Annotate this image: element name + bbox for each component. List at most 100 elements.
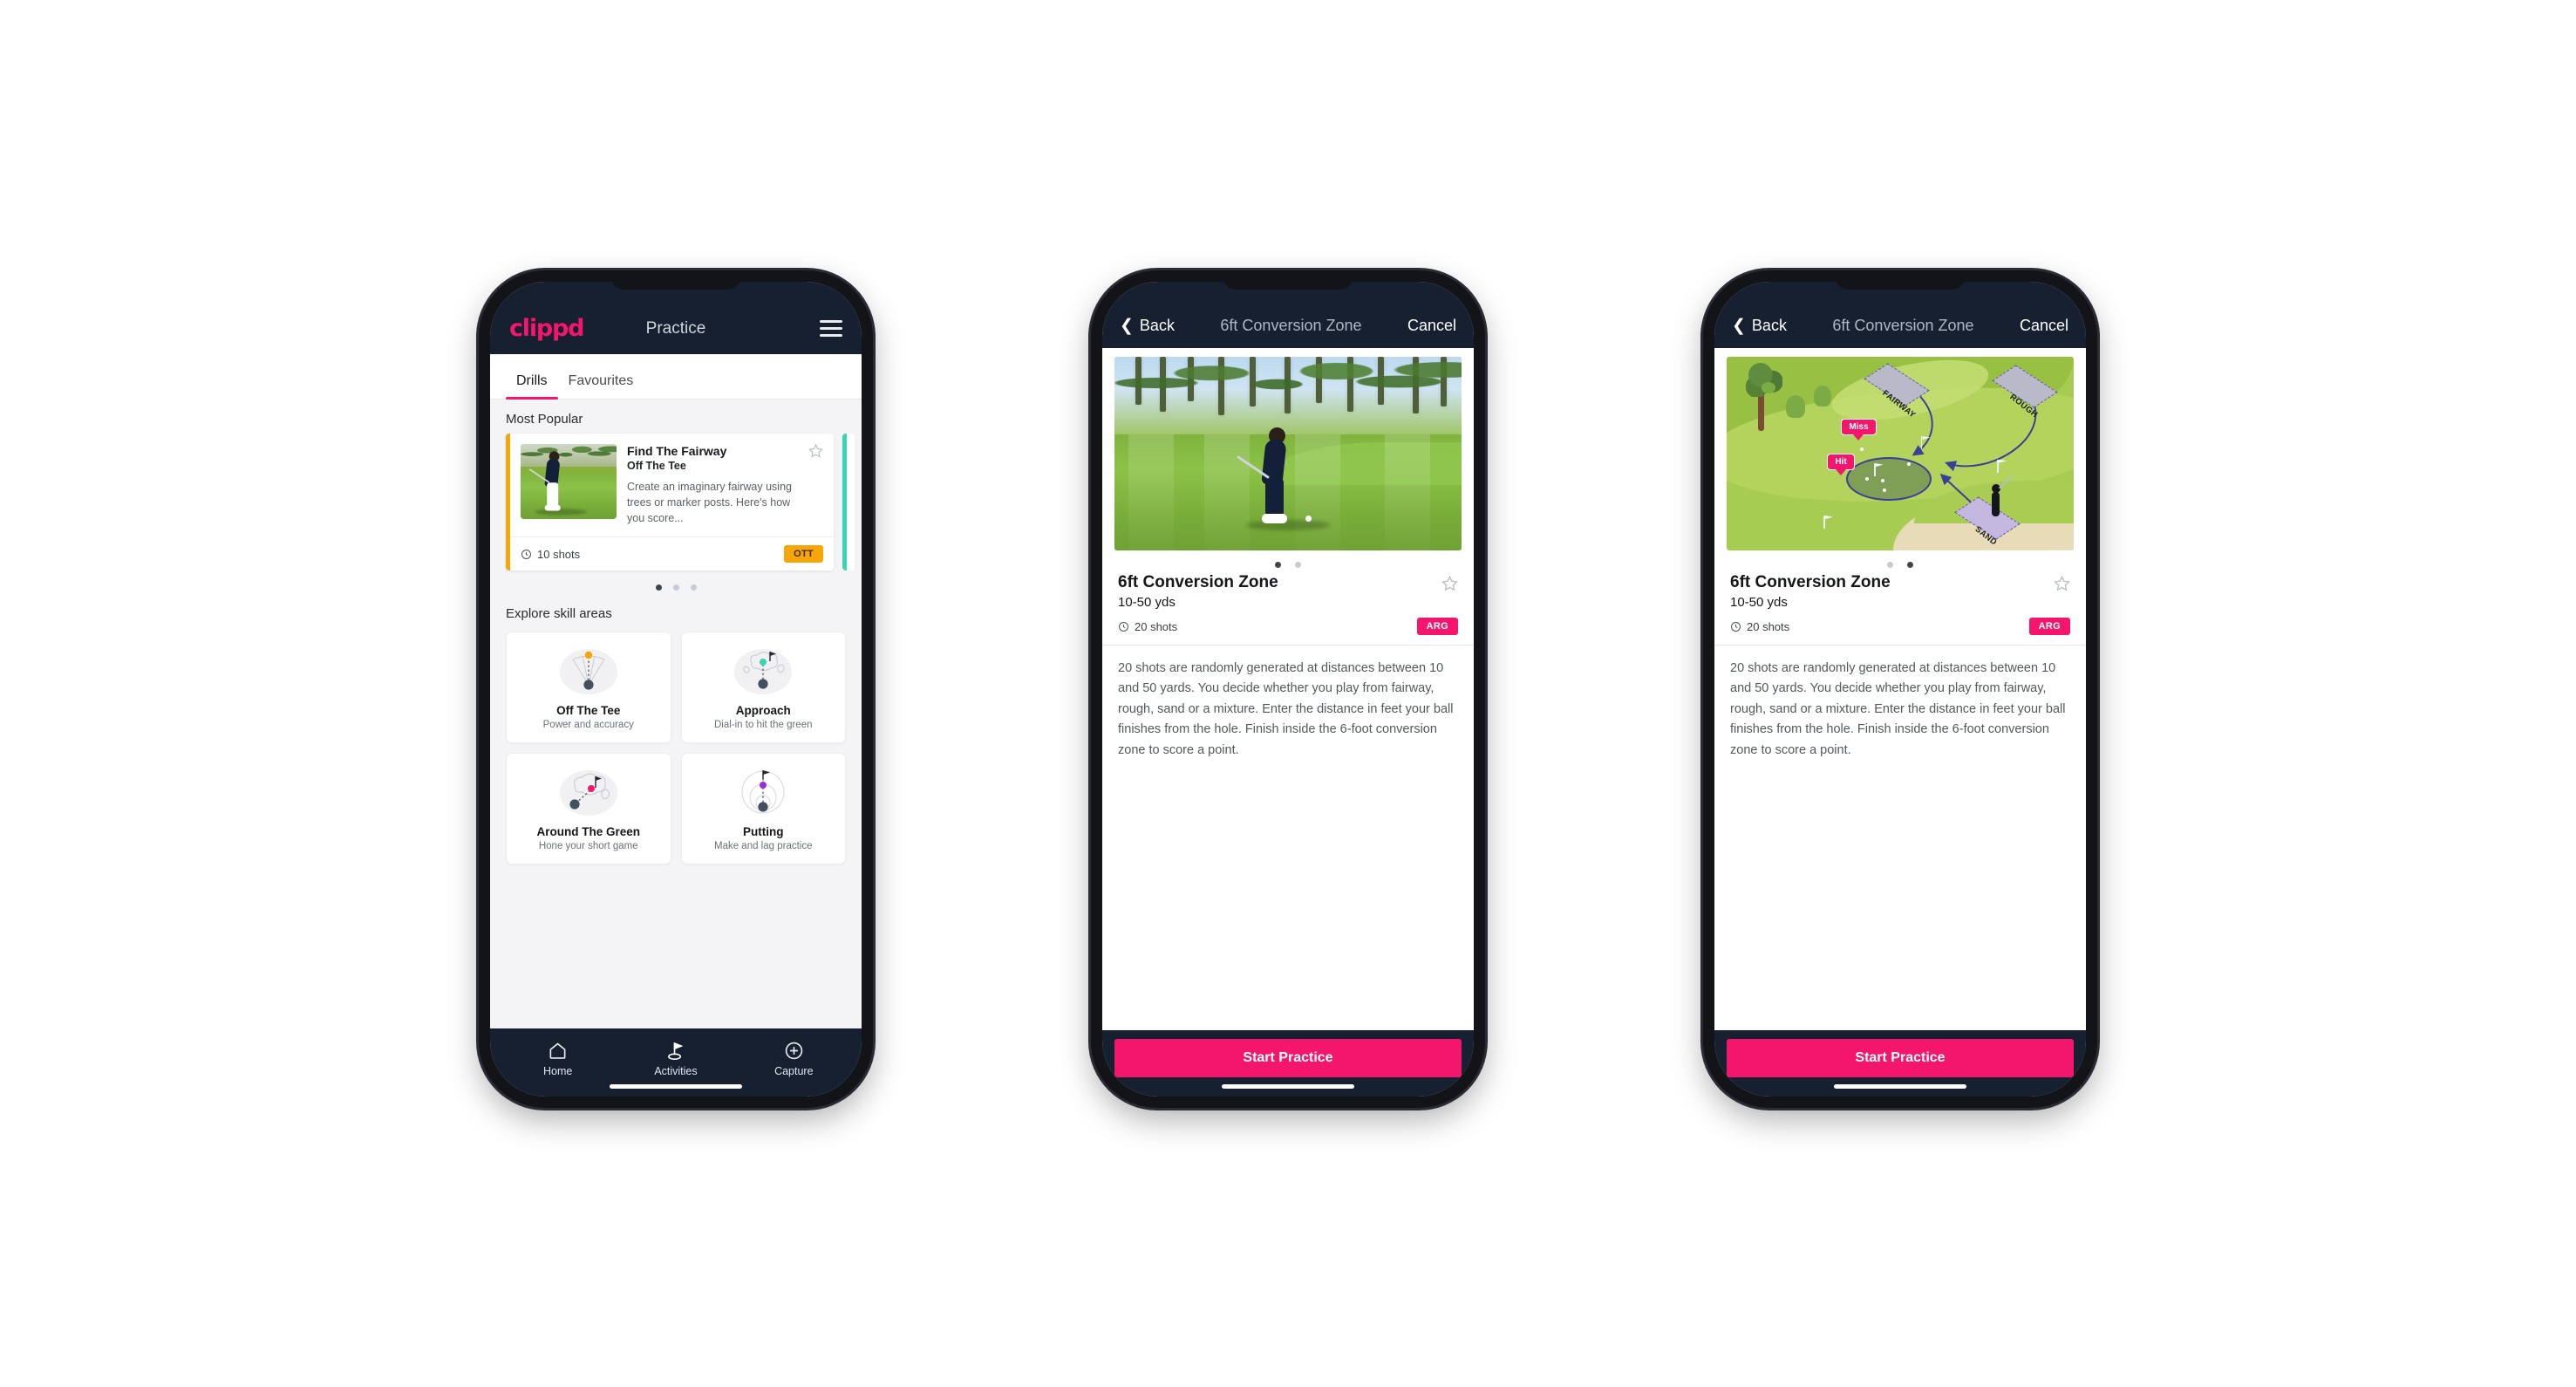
detail-shots-label: 20 shots xyxy=(1135,619,1178,633)
app-header: clippd Practice xyxy=(490,282,862,354)
skill-card-around-the-green[interactable]: Around The Green Hone your short game xyxy=(506,753,671,865)
back-button[interactable]: ❮ Back xyxy=(1732,317,1787,335)
clock-icon xyxy=(1119,621,1128,632)
detail-title: 6ft Conversion Zone xyxy=(1730,573,1891,591)
approach-green-icon xyxy=(689,646,839,697)
drill-thumbnail xyxy=(521,444,617,519)
golf-flag-icon xyxy=(668,1042,684,1060)
home-icon xyxy=(549,1042,566,1059)
tabbar-label: Home xyxy=(542,1065,573,1077)
phone-drill-detail-photo: ❮ Back 6ft Conversion Zone Cancel 6ft Co… xyxy=(1091,270,1485,1108)
screen-1: clippd Practice Drills Favourites Most P… xyxy=(490,282,862,1097)
hero-carousel-dots[interactable] xyxy=(1102,550,1474,570)
putting-rings-icon xyxy=(689,768,839,818)
pin-hit: Hit xyxy=(1827,454,1855,470)
hero-dot-2[interactable] xyxy=(1907,562,1913,568)
detail-shots-label: 20 shots xyxy=(1747,619,1790,633)
drill-carousel[interactable]: Find The Fairway Off The Tee Create an i… xyxy=(490,434,862,571)
detail-shots: 20 shots xyxy=(1118,620,1177,633)
practice-content: Most Popular Find The Fairway Off The Te… xyxy=(490,400,862,1028)
cancel-button[interactable]: Cancel xyxy=(2020,317,2068,335)
section-most-popular-title: Most Popular xyxy=(506,412,583,427)
detail-content: 6ft Conversion Zone 10-50 yds 20 shots A… xyxy=(1102,348,1474,1030)
hero-dot-1[interactable] xyxy=(1887,562,1893,568)
detail-content: FAIRWAY ROUGH SAND Miss Hit 6ft Conversi… xyxy=(1714,348,2086,1030)
carousel-dots[interactable] xyxy=(490,571,862,594)
tee-fan-icon xyxy=(514,646,664,697)
detail-title: 6ft Conversion Zone xyxy=(1118,573,1278,591)
map-golfer-icon xyxy=(1985,475,2014,525)
cancel-button[interactable]: Cancel xyxy=(1407,317,1456,335)
skill-desc: Hone your short game xyxy=(538,841,638,852)
drill-description: Create an imaginary fairway using trees … xyxy=(627,481,792,525)
drill-skill-badge: OTT xyxy=(784,545,823,564)
hero-dot-1[interactable] xyxy=(1275,562,1281,568)
hero-carousel-dots[interactable] xyxy=(1714,550,2086,570)
carousel-dot-2[interactable] xyxy=(672,584,679,591)
carousel-dot-1[interactable] xyxy=(655,584,662,591)
hamburger-icon[interactable] xyxy=(820,320,842,337)
start-practice-button[interactable]: Start Practice xyxy=(1727,1039,2074,1077)
star-outline-icon[interactable] xyxy=(1441,575,1458,591)
hero-dot-2[interactable] xyxy=(1295,562,1301,568)
skill-card-putting[interactable]: Putting Make and lag practice xyxy=(680,753,846,865)
phone-drill-detail-diagram: ❮ Back 6ft Conversion Zone Cancel FAIRWA… xyxy=(1703,270,2097,1108)
detail-description: 20 shots are randomly generated at dista… xyxy=(1118,661,1454,757)
drill-subtitle: Off The Tee xyxy=(627,460,686,472)
cta-container: Start Practice xyxy=(1714,1030,2086,1097)
home-indicator xyxy=(1222,1084,1354,1089)
tabbar-label: Activities xyxy=(654,1065,698,1077)
detail-skill-badge: ARG xyxy=(1416,618,1458,635)
chevron-left-icon: ❮ xyxy=(1120,317,1134,335)
detail-subtitle: 10-50 yds xyxy=(1730,595,1788,610)
tab-favourites[interactable]: Favourites xyxy=(558,373,644,399)
skill-grid: Off The Tee Power and accuracy Approach … xyxy=(490,628,862,873)
drill-card-info: Find The Fairway Off The Tee Create an i… xyxy=(627,443,823,526)
screenshot-canvas: clippd Practice Drills Favourites Most P… xyxy=(0,0,2576,1387)
tabbar-item-activities[interactable]: Activities xyxy=(634,1041,718,1077)
drill-title: Find The Fairway xyxy=(627,444,727,458)
clock-icon xyxy=(1731,621,1741,632)
drill-card-next-peek[interactable] xyxy=(842,434,855,571)
star-outline-icon[interactable] xyxy=(808,443,823,458)
skill-desc: Power and accuracy xyxy=(542,720,634,731)
hero-media-photo[interactable] xyxy=(1114,357,1462,550)
tab-drills[interactable]: Drills xyxy=(506,373,558,400)
detail-title-row: 6ft Conversion Zone xyxy=(1714,570,2086,592)
drill-card[interactable]: Find The Fairway Off The Tee Create an i… xyxy=(506,434,834,571)
detail-title-row: 6ft Conversion Zone xyxy=(1102,570,1474,592)
start-practice-button[interactable]: Start Practice xyxy=(1114,1039,1462,1077)
skill-name: Off The Tee xyxy=(556,704,621,718)
nav-title: 6ft Conversion Zone xyxy=(1832,317,1974,334)
skill-card-off-the-tee[interactable]: Off The Tee Power and accuracy xyxy=(506,632,671,744)
phone-notch xyxy=(1835,270,1966,290)
back-button[interactable]: ❮ Back xyxy=(1120,317,1175,335)
tabbar-item-capture[interactable]: Capture xyxy=(752,1041,835,1077)
plus-circle-icon xyxy=(785,1042,803,1060)
star-outline-icon[interactable] xyxy=(2054,575,2070,591)
tabbar-item-home[interactable]: Home xyxy=(516,1041,600,1077)
skill-name: Putting xyxy=(743,825,784,839)
tabbar-label: Capture xyxy=(774,1065,814,1077)
drill-shots-label: 10 shots xyxy=(537,547,581,561)
hero-media-diagram[interactable]: FAIRWAY ROUGH SAND Miss Hit xyxy=(1727,357,2074,550)
detail-nav-bar: ❮ Back 6ft Conversion Zone Cancel xyxy=(1102,282,1474,348)
home-indicator xyxy=(610,1084,742,1089)
detail-description: 20 shots are randomly generated at dista… xyxy=(1730,661,2066,757)
carousel-dot-3[interactable] xyxy=(690,584,697,591)
back-label: Back xyxy=(1139,317,1175,334)
screen-2: ❮ Back 6ft Conversion Zone Cancel 6ft Co… xyxy=(1102,282,1474,1097)
nav-title: 6ft Conversion Zone xyxy=(1220,317,1362,334)
phone-practice-list: clippd Practice Drills Favourites Most P… xyxy=(479,270,873,1108)
skill-card-approach[interactable]: Approach Dial-in to hit the green xyxy=(680,632,846,744)
skill-desc: Make and lag practice xyxy=(713,841,813,852)
drill-card-top: Find The Fairway Off The Tee Create an i… xyxy=(510,434,834,536)
section-explore-title: Explore skill areas xyxy=(506,606,612,622)
phone-notch xyxy=(610,270,741,290)
clippd-logo[interactable]: clippd xyxy=(509,317,585,340)
tab-strip: Drills Favourites xyxy=(490,354,862,400)
skill-name: Approach xyxy=(735,704,791,718)
bottom-tab-bar: Home Activities Capture xyxy=(490,1028,862,1097)
home-indicator xyxy=(1834,1084,1966,1089)
detail-subtitle: 10-50 yds xyxy=(1118,595,1176,610)
